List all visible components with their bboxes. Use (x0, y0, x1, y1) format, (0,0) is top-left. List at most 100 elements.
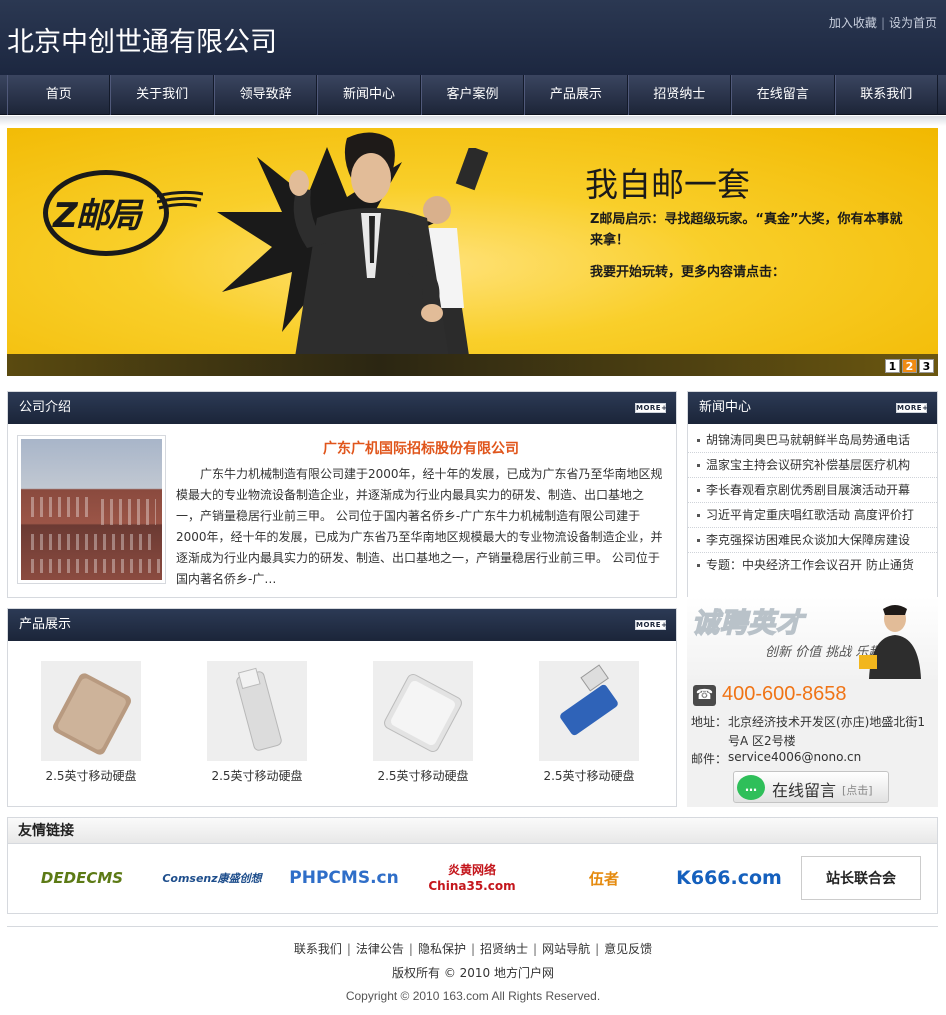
message-button-hint: [点击] (842, 784, 873, 797)
product-caption: 2.5英寸移动硬盘 (543, 769, 635, 783)
footer-link-jobs[interactable]: 招贤纳士 (480, 942, 528, 956)
news-item[interactable]: 习近平肯定重庆唱红歌活动 高度评价打 (688, 503, 937, 528)
separator: | (880, 16, 885, 30)
company-intro-panel: 公司介绍 MORE+ 广东广机国际招标股份有限公司 广东牛力机械制造有限公司建于… (7, 391, 677, 598)
banner-bottom-stripe (7, 354, 938, 376)
product-item[interactable]: 2.5英寸移动硬盘 (373, 661, 473, 784)
address-label: 地址： (691, 715, 728, 729)
intro-title: 公司介绍 (19, 400, 72, 415)
banner-pager: 1 2 3 (885, 359, 934, 373)
friend-links-panel: 友情链接 DEDECMS Comsenz康盛创想 PHPCMS.cn 炎黄网络 … (7, 817, 938, 914)
news-item[interactable]: 李克强探访困难民众谈加大保障房建设 (688, 528, 937, 553)
top-links: 加入收藏 | 设为首页 (829, 14, 937, 31)
recruit-title: 诚聘英才 (691, 607, 804, 640)
product-item[interactable]: 2.5英寸移动硬盘 (207, 661, 307, 784)
recruit-banner[interactable]: 诚聘英才 创新 价值 挑战 乐趣 (687, 597, 938, 679)
product-caption: 2.5英寸移动硬盘 (211, 769, 303, 783)
news-title-bar: 新闻中心 MORE+ (688, 392, 937, 424)
email-label: 邮件： (691, 752, 728, 766)
product-item[interactable]: 2.5英寸移动硬盘 (539, 661, 639, 784)
company-building-photo (17, 435, 166, 584)
product-caption: 2.5英寸移动硬盘 (45, 769, 137, 783)
news-panel: 新闻中心 MORE+ 胡锦涛同奥巴马就朝鲜半岛局势通电话 温家宝主持会议研究补偿… (687, 391, 938, 598)
site-title: 北京中创世通有限公司 (7, 27, 277, 58)
nav-item-news[interactable]: 新闻中心 (317, 75, 421, 115)
set-homepage-link[interactable]: 设为首页 (889, 16, 937, 30)
news-more-button[interactable]: MORE+ (896, 403, 928, 413)
link-wuzhe[interactable]: 伍者 (545, 856, 663, 900)
separator: | (470, 942, 476, 956)
intro-title-bar: 公司介绍 MORE+ (8, 392, 676, 424)
intro-more-button[interactable]: MORE+ (635, 403, 667, 413)
banner-headline: 我自邮一套 (585, 165, 750, 204)
nav-item-about[interactable]: 关于我们 (110, 75, 214, 115)
banner-page-3[interactable]: 3 (919, 359, 934, 373)
products-title-bar: 产品展示 MORE+ (8, 609, 676, 641)
product-image (41, 661, 141, 761)
news-item[interactable]: 专题：中央经济工作会议召开 防止通货 (688, 553, 937, 578)
link-phpcms[interactable]: PHPCMS.cn (286, 856, 402, 900)
nav-item-contact[interactable]: 联系我们 (834, 75, 938, 115)
banner-text-1: Z邮局启示：寻找超级玩家。“真金”大奖，你有本事就来拿！ (590, 212, 903, 248)
products-panel: 产品展示 MORE+ 2.5英寸移动硬盘 2.5英寸移动硬盘 2.5英寸移动硬盘… (7, 608, 677, 807)
product-item[interactable]: 2.5英寸移动硬盘 (41, 661, 141, 784)
banner-page-1[interactable]: 1 (885, 359, 900, 373)
contact-panel: ☎ 400-600-8658 地址： 北京经济技术开发区(亦庄)地盛北街1号A … (687, 679, 938, 807)
products-title: 产品展示 (19, 617, 72, 632)
chat-bubble-icon: … (737, 775, 765, 800)
news-list: 胡锦涛同奥巴马就朝鲜半岛局势通电话 温家宝主持会议研究补偿基层医疗机构 李长春观… (688, 428, 937, 578)
site-header: 北京中创世通有限公司 加入收藏 | 设为首页 (0, 0, 946, 75)
banner-text-2: 我要开始玩转，更多内容请点击： (590, 265, 786, 280)
footer-divider (7, 926, 938, 927)
product-image (207, 661, 307, 761)
link-dedecms[interactable]: DEDECMS (20, 856, 144, 900)
phone-number: 400-600-8658 (722, 683, 847, 705)
product-image (539, 661, 639, 761)
logo-wing-icon (157, 190, 203, 210)
news-item[interactable]: 胡锦涛同奥巴马就朝鲜半岛局势通电话 (688, 428, 937, 453)
phone-icon: ☎ (693, 685, 716, 706)
link-comsenz[interactable]: Comsenz康盛创想 (150, 856, 274, 900)
friend-links-title: 友情链接 (8, 818, 937, 844)
main-nav: 首页 关于我们 领导致辞 新闻中心 客户案例 产品展示 招贤纳士 在线留言 联系… (0, 75, 946, 115)
message-button-label: 在线留言 (772, 781, 837, 800)
nav-item-leader-speech[interactable]: 领导致辞 (213, 75, 318, 115)
separator: | (595, 942, 600, 956)
separator: | (408, 942, 413, 956)
nav-item-message[interactable]: 在线留言 (731, 75, 835, 115)
man-figure (289, 132, 452, 376)
product-image (373, 661, 473, 761)
add-favorite-link[interactable]: 加入收藏 (829, 16, 877, 30)
banner[interactable]: Z邮局 我自邮一套 Z邮局启示：寻找超级玩家。“真金”大奖，你有本事就来拿！ 我… (7, 128, 938, 376)
footer-link-legal[interactable]: 法律公告 (356, 942, 404, 956)
nav-item-home[interactable]: 首页 (7, 75, 111, 115)
link-china35[interactable]: 炎黄网络 China35.com (410, 856, 534, 900)
footer-rights: 版权所有 © 2010 地方门户网 (392, 966, 554, 980)
nav-item-jobs[interactable]: 招贤纳士 (627, 75, 732, 115)
banner-page-2[interactable]: 2 (902, 359, 917, 373)
link-zzlhh[interactable]: 站长联合会 (801, 856, 921, 900)
news-item[interactable]: 李长春观看京剧优秀剧目展演活动开幕 (688, 478, 937, 503)
nav-item-cases[interactable]: 客户案例 (420, 75, 525, 115)
news-item[interactable]: 温家宝主持会议研究补偿基层医疗机构 (688, 453, 937, 478)
intro-text: 广东牛力机械制造有限公司建于2000年，经十年的发展，已成为广东省乃至华南地区规… (176, 467, 663, 586)
recruit-man-figure (859, 605, 921, 679)
zyouju-logo: Z邮局 (53, 196, 142, 236)
products-more-button[interactable]: MORE+ (635, 620, 667, 630)
separator: | (346, 942, 351, 956)
footer-copyright: Copyright © 2010 163.com All Rights Rese… (345, 989, 601, 1003)
link-k666[interactable]: K666.com (670, 856, 788, 900)
footer-link-sitemap[interactable]: 网站导航 (542, 942, 590, 956)
separator: | (533, 942, 538, 956)
news-title: 新闻中心 (699, 400, 752, 415)
address: 北京经济技术开发区(亦庄)地盛北街1号A 区2号楼 (728, 715, 925, 748)
intro-heading[interactable]: 广东广机国际招标股份有限公司 (176, 438, 666, 458)
product-caption: 2.5英寸移动硬盘 (377, 769, 469, 783)
footer-link-privacy[interactable]: 隐私保护 (418, 942, 466, 956)
nav-item-products[interactable]: 产品展示 (524, 75, 628, 115)
nav-shadow (0, 116, 946, 126)
online-message-button[interactable]: … 在线留言 [点击] (733, 771, 889, 803)
footer-link-feedback[interactable]: 意见反馈 (604, 942, 652, 956)
footer-link-contact[interactable]: 联系我们 (294, 942, 342, 956)
footer-links: 联系我们 | 法律公告 | 隐私保护 | 招贤纳士 | 网站导航 | 意见反馈 (0, 940, 946, 957)
